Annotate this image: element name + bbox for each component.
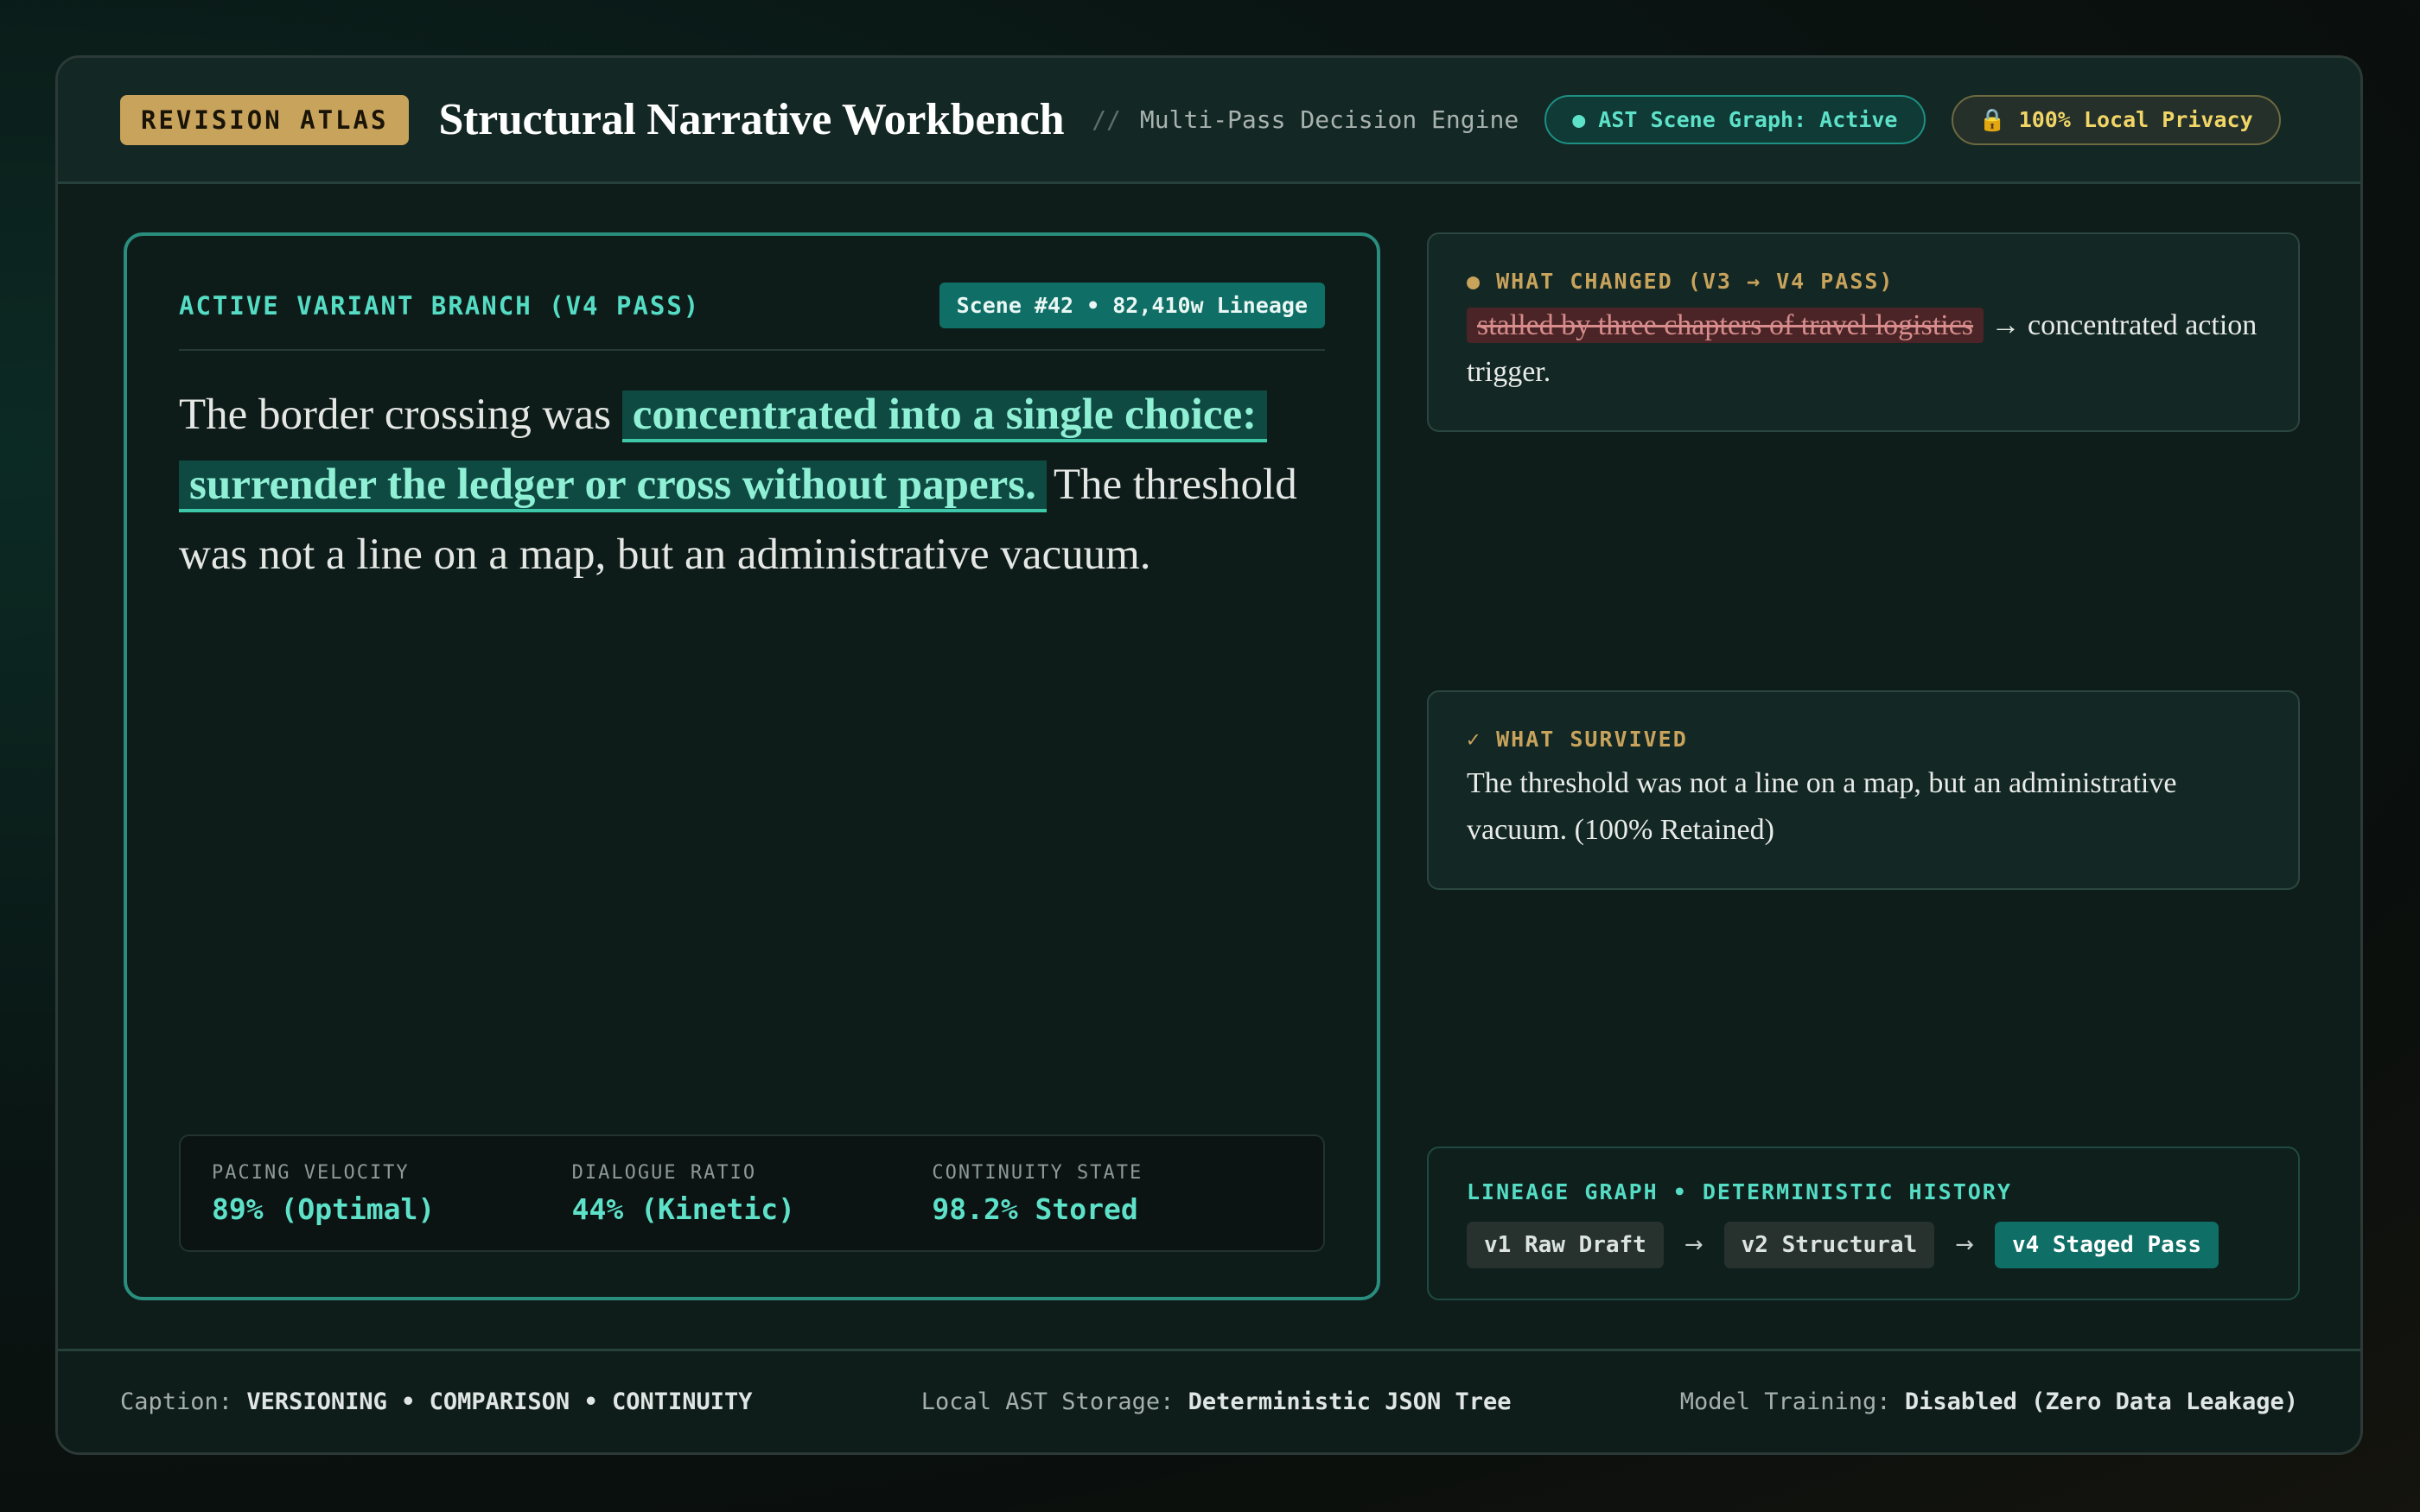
footer-training-label: Model Training: (1679, 1388, 1891, 1415)
version-chip-v1[interactable]: v1 Raw Draft (1467, 1222, 1664, 1268)
version-chip-v4[interactable]: v4 Staged Pass (1994, 1222, 2219, 1268)
metric-value: 98.2% Stored (932, 1192, 1138, 1226)
privacy-pill-label: 100% Local Privacy (2018, 106, 2253, 132)
prose-text: The border crossing was (179, 391, 622, 439)
what-survived-label: ✓ WHAT SURVIVED (1467, 727, 1688, 752)
footer-caption-value: VERSIONING • COMPARISON • CONTINUITY (246, 1388, 753, 1415)
what-changed-text: stalled by three chapters of travel logi… (1467, 302, 2260, 396)
metrics-bar: PACING VELOCITY 89% (Optimal) DIALOGUE R… (179, 1134, 1325, 1252)
app-title: Structural Narrative Workbench (438, 95, 1065, 144)
ast-status-pill[interactable]: ● AST Scene Graph: Active (1544, 95, 1926, 144)
privacy-pill[interactable]: 🔒 100% Local Privacy (1951, 94, 2281, 145)
metric-value: 44% (Kinetic) (571, 1192, 795, 1226)
metric-value: 89% (Optimal) (212, 1192, 436, 1226)
title-separator: // (1092, 105, 1121, 134)
app-window: REVISION ATLAS Structural Narrative Work… (55, 55, 2363, 1455)
lock-icon: 🔒 (1978, 106, 2006, 132)
brand-badge: REVISION ATLAS (120, 94, 410, 145)
metric-dialogue: DIALOGUE RATIO 44% (Kinetic) (571, 1162, 933, 1226)
what-changed-card: ● WHAT CHANGED (V3 → V4 PASS) stalled by… (1427, 232, 2300, 432)
removed-text: stalled by three chapters of travel logi… (1467, 308, 1984, 343)
metric-pacing: PACING VELOCITY 89% (Optimal) (212, 1162, 572, 1226)
header-bar: REVISION ATLAS Structural Narrative Work… (58, 58, 2360, 184)
metric-label: DIALOGUE RATIO (571, 1162, 757, 1184)
footer-storage: Local AST Storage: Deterministic JSON Tr… (921, 1388, 1512, 1415)
footer-training: Model Training: Disabled (Zero Data Leak… (1680, 1388, 2298, 1415)
active-variant-card: ACTIVE VARIANT BRANCH (V4 PASS) Scene #4… (124, 232, 1380, 1300)
what-survived-card: ✓ WHAT SURVIVED The threshold was not a … (1427, 690, 2300, 890)
metric-continuity: CONTINUITY STATE 98.2% Stored (932, 1162, 1292, 1226)
metric-label: PACING VELOCITY (212, 1162, 410, 1184)
footer-caption: Caption: VERSIONING • COMPARISON • CONTI… (120, 1388, 753, 1415)
lineage-chips: v1 Raw Draft → v2 Structural → v4 Staged… (1467, 1222, 2260, 1268)
version-chip-v2[interactable]: v2 Structural (1723, 1222, 1935, 1268)
card-header: ACTIVE VARIANT BRANCH (V4 PASS) Scene #4… (179, 283, 1325, 351)
footer-storage-label: Local AST Storage: (920, 1388, 1175, 1415)
arrow-right-icon: → (1684, 1232, 1704, 1258)
metric-label: CONTINUITY STATE (932, 1162, 1143, 1184)
footer-storage-value: Deterministic JSON Tree (1188, 1388, 1512, 1415)
card-label: ACTIVE VARIANT BRANCH (V4 PASS) (179, 290, 701, 321)
footer-bar: Caption: VERSIONING • COMPARISON • CONTI… (58, 1349, 2360, 1452)
footer-training-value: Disabled (Zero Data Leakage) (1904, 1388, 2298, 1415)
prose-editor[interactable]: The border crossing was concentrated int… (179, 380, 1325, 590)
lineage-graph-card: LINEAGE GRAPH • DETERMINISTIC HISTORY v1… (1427, 1147, 2300, 1300)
what-survived-text: The threshold was not a line on a map, b… (1467, 767, 2177, 846)
app-subtitle: Multi-Pass Decision Engine (1139, 105, 1519, 134)
arrow-right-icon: → (1955, 1232, 1974, 1258)
what-changed-label: ● WHAT CHANGED (V3 → V4 PASS) (1467, 269, 1895, 294)
scene-badge: Scene #42 • 82,410w Lineage (939, 283, 1325, 328)
footer-caption-label: Caption: (120, 1388, 233, 1415)
lineage-label: LINEAGE GRAPH • DETERMINISTIC HISTORY (1467, 1179, 2012, 1204)
